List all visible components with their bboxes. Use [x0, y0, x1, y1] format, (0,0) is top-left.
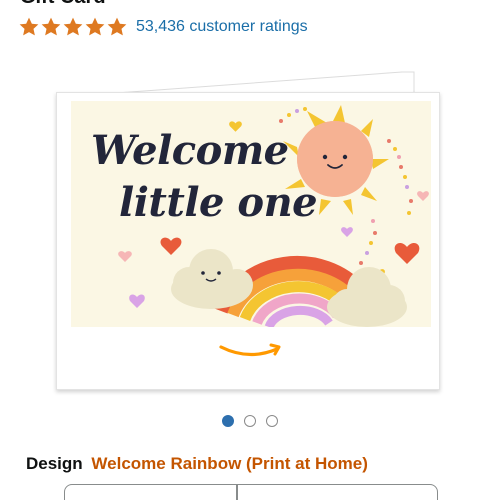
carousel-dot-3[interactable]: [266, 415, 278, 427]
design-value: Welcome Rainbow (Print at Home): [91, 454, 368, 473]
carousel-dot-1[interactable]: [222, 415, 234, 427]
design-selection-row: Design Welcome Rainbow (Print at Home): [26, 454, 368, 474]
product-image-carousel[interactable]: Welcome little one: [50, 60, 440, 400]
amazon-smile-icon: [219, 343, 281, 357]
design-label: Design: [26, 454, 83, 473]
card-artwork: Welcome little one: [71, 101, 431, 327]
headline-line1: Welcome: [91, 127, 289, 174]
ratings-row[interactable]: 53,436 customer ratings: [18, 14, 308, 40]
card-headline: Welcome little one: [91, 127, 318, 226]
ratings-count-link[interactable]: 53,436 customer ratings: [136, 18, 308, 36]
star-icon: [19, 17, 39, 36]
headline-line2: little one: [119, 179, 318, 226]
star-icon: [63, 17, 83, 36]
star-icon: [41, 17, 61, 36]
gift-card[interactable]: Welcome little one: [56, 92, 440, 390]
star-rating[interactable]: [18, 16, 128, 38]
star-icon: [85, 17, 105, 36]
product-title: Gift Card: [20, 0, 106, 9]
star-icon: [107, 17, 127, 36]
cloud-icon: [171, 249, 253, 309]
carousel-dot-2[interactable]: [244, 415, 256, 427]
carousel-indicators[interactable]: [0, 415, 500, 427]
options-divider: [236, 484, 238, 500]
design-options-toggle[interactable]: [64, 484, 438, 500]
